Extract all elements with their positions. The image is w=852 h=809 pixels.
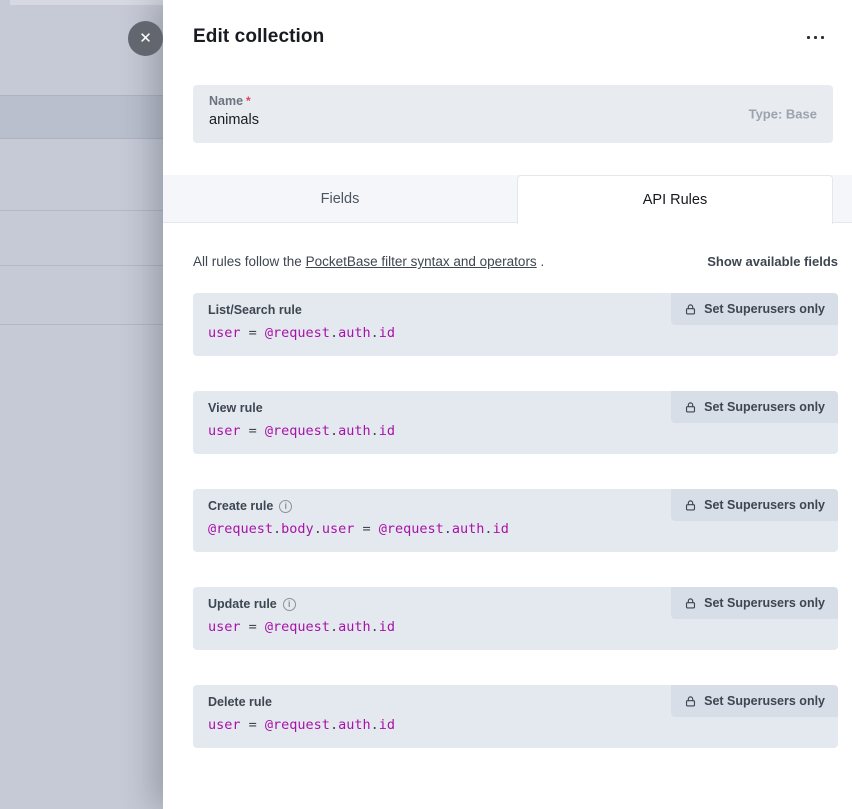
lock-icon: [684, 401, 697, 414]
rule-box-view: Set Superusers only View rule user = @re…: [193, 391, 838, 454]
name-field-label-row: Name *: [209, 94, 817, 108]
rule-box-list-search: Set Superusers only List/Search rule use…: [193, 293, 838, 356]
filter-syntax-link[interactable]: PocketBase filter syntax and operators: [306, 254, 537, 269]
background-row-divider: [0, 324, 163, 325]
rule-label: Update rule: [208, 597, 277, 611]
tab-fields[interactable]: Fields: [163, 175, 517, 223]
tab-fields-label: Fields: [321, 191, 360, 207]
rule-label: Delete rule: [208, 695, 272, 709]
set-superusers-button[interactable]: Set Superusers only: [671, 587, 838, 619]
info-icon: i: [279, 500, 292, 513]
rule-label: Create rule: [208, 499, 273, 513]
tab-api-rules-label: API Rules: [643, 192, 707, 208]
rules-intro-text: All rules follow the PocketBase filter s…: [193, 254, 544, 269]
set-superusers-button[interactable]: Set Superusers only: [671, 391, 838, 423]
info-icon: i: [283, 598, 296, 611]
intro-prefix: All rules follow the: [193, 254, 306, 269]
more-options-button[interactable]: [805, 30, 826, 45]
set-superusers-label: Set Superusers only: [704, 400, 825, 414]
dimmed-background-page: [0, 0, 163, 809]
set-superusers-label: Set Superusers only: [704, 302, 825, 316]
background-row-divider: [0, 210, 163, 211]
set-superusers-label: Set Superusers only: [704, 498, 825, 512]
lock-icon: [684, 499, 697, 512]
collection-type-text: Type: Base: [749, 107, 817, 122]
set-superusers-button[interactable]: Set Superusers only: [671, 489, 838, 521]
required-asterisk: *: [246, 94, 251, 108]
show-available-fields-button[interactable]: Show available fields: [707, 254, 838, 269]
background-table-row: [0, 95, 163, 139]
page-title: Edit collection: [193, 26, 324, 48]
set-superusers-label: Set Superusers only: [704, 596, 825, 610]
intro-suffix: .: [537, 254, 545, 269]
name-field[interactable]: Name * Type: Base: [193, 85, 833, 143]
rule-label: List/Search rule: [208, 303, 302, 317]
rule-label: View rule: [208, 401, 263, 415]
name-label: Name: [209, 94, 243, 108]
rule-box-update: Set Superusers only Update rule i user =…: [193, 587, 838, 650]
lock-icon: [684, 303, 697, 316]
set-superusers-label: Set Superusers only: [704, 694, 825, 708]
lock-icon: [684, 597, 697, 610]
background-header-strip: [10, 0, 163, 5]
rules-intro-row: All rules follow the PocketBase filter s…: [193, 254, 838, 269]
rule-box-delete: Set Superusers only Delete rule user = @…: [193, 685, 838, 748]
set-superusers-button[interactable]: Set Superusers only: [671, 685, 838, 717]
rule-expression-input[interactable]: @request.body.user = @request.auth.id: [208, 521, 823, 537]
panel-header: Edit collection: [163, 0, 852, 48]
name-input[interactable]: [209, 112, 629, 128]
tab-bar: Fields API Rules: [163, 175, 852, 223]
api-rules-content: All rules follow the PocketBase filter s…: [163, 224, 852, 783]
horizontal-dots-icon: [807, 36, 824, 39]
lock-icon: [684, 695, 697, 708]
rule-expression-input[interactable]: user = @request.auth.id: [208, 717, 823, 733]
rule-box-create: Set Superusers only Create rule i @reque…: [193, 489, 838, 552]
close-icon: ✕: [139, 31, 152, 46]
rule-expression-input[interactable]: user = @request.auth.id: [208, 423, 823, 439]
set-superusers-button[interactable]: Set Superusers only: [671, 293, 838, 325]
close-button[interactable]: ✕: [128, 21, 163, 56]
background-row-divider: [0, 265, 163, 266]
rule-expression-input[interactable]: user = @request.auth.id: [208, 325, 823, 341]
tab-api-rules[interactable]: API Rules: [517, 175, 833, 224]
rule-expression-input[interactable]: user = @request.auth.id: [208, 619, 823, 635]
edit-collection-panel: Edit collection Name * Type: Base Fields…: [163, 0, 852, 809]
